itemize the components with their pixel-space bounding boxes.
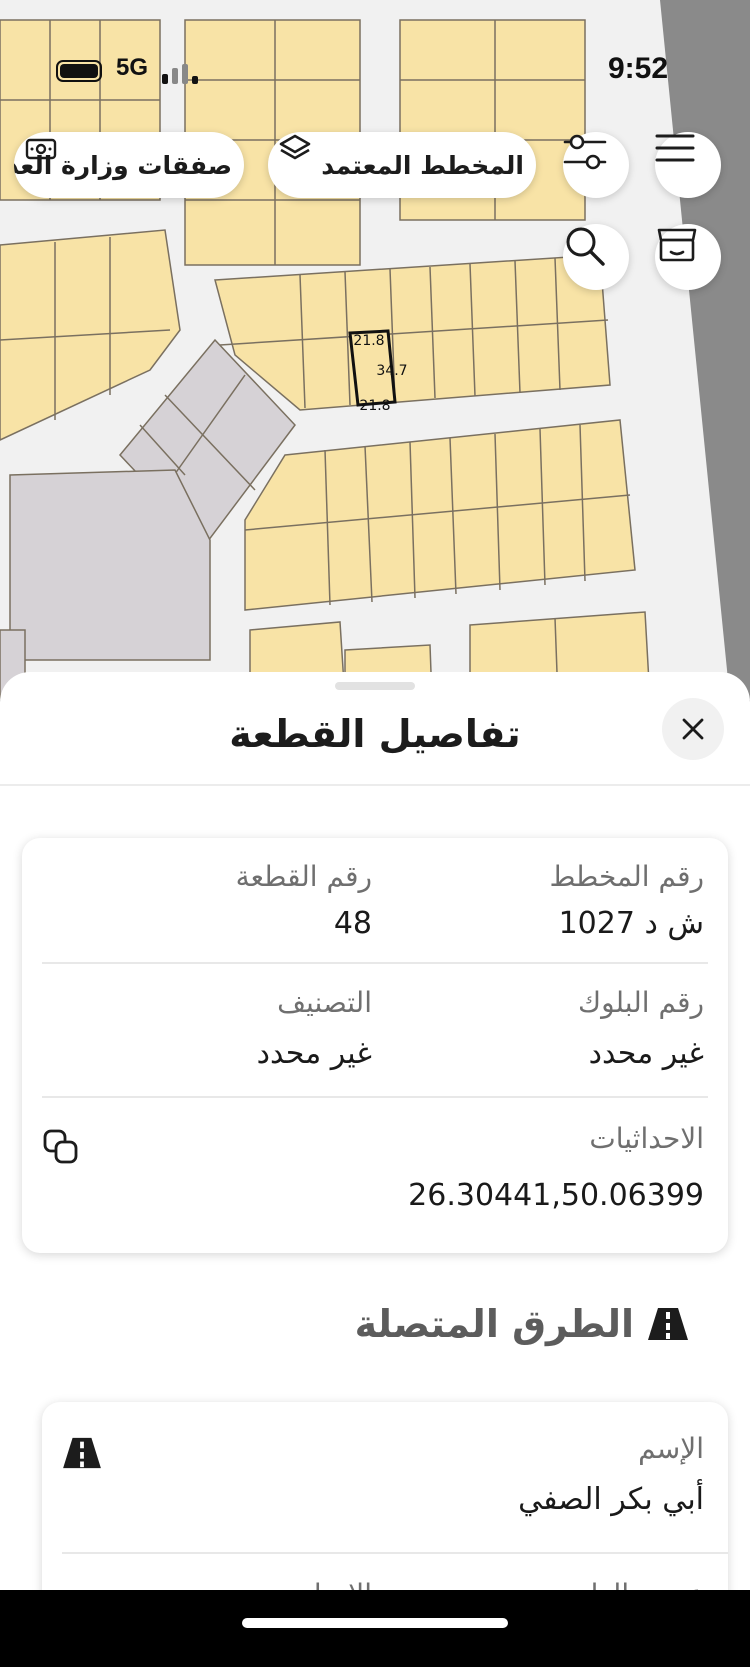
block-number-value: غير محدد — [588, 1036, 704, 1071]
grey-lot — [9, 469, 211, 661]
classification-value: غير محدد — [256, 1036, 372, 1071]
layers-icon — [279, 134, 311, 160]
road-name-label: الإسم — [638, 1432, 704, 1465]
plan-number-label: رقم المخطط — [549, 860, 704, 893]
money-exchange-icon — [25, 138, 57, 160]
plot-top-dimension: 21.8 — [353, 333, 384, 349]
battery-icon — [56, 60, 102, 82]
road-icon — [63, 1437, 101, 1469]
menu-button[interactable] — [655, 132, 721, 198]
card-divider — [62, 1552, 728, 1554]
approved-plan-chip[interactable]: المخطط المعتمد — [268, 132, 536, 198]
close-icon — [682, 718, 704, 740]
plot-details-sheet: تفاصيل القطعة رقم المخطط ش د 1027 رقم ال… — [0, 672, 750, 1592]
network-type: 5G — [116, 54, 149, 81]
copy-icon[interactable] — [42, 1128, 82, 1168]
plot-number-label: رقم القطعة — [235, 860, 372, 893]
home-area — [0, 1590, 750, 1667]
parcel-map[interactable]: 21.8 34.7 21.8 5G 9:52 المخطط المعتمد صف… — [0, 0, 750, 700]
screen: 21.8 34.7 21.8 5G 9:52 المخطط المعتمد صف… — [0, 0, 750, 1667]
plan-number-value: ش د 1027 — [558, 906, 704, 941]
card-divider — [42, 962, 708, 964]
plot-bottom-dimension: 21.8 — [359, 398, 390, 414]
sheet-divider — [0, 784, 750, 786]
coordinates-value: 26.30441,50.06399 — [408, 1178, 704, 1213]
road-card[interactable]: الإسم أبي بكر الصفي عرض الطريق الاتجاه — [42, 1402, 728, 1592]
card-divider — [42, 1096, 708, 1098]
close-button[interactable] — [662, 698, 724, 760]
plot-number-value: 48 — [333, 906, 372, 941]
search-button[interactable] — [563, 224, 629, 290]
connected-roads-label: الطرق المتصلة — [354, 1302, 634, 1346]
plot-side-dimension: 34.7 — [376, 363, 407, 379]
plot-block-left — [0, 229, 181, 441]
plot-details-card: رقم المخطط ش د 1027 رقم القطعة 48 رقم ال… — [22, 838, 728, 1253]
hamburger-menu-icon — [655, 134, 695, 162]
road-icon — [648, 1308, 688, 1340]
classification-label: التصنيف — [277, 986, 372, 1019]
connected-roads-title: الطرق المتصلة — [355, 1302, 688, 1346]
sliders-icon — [563, 134, 607, 170]
sheet-title: تفاصيل القطعة — [229, 712, 521, 756]
store-button[interactable] — [655, 224, 721, 290]
road-name-value: أبي بكر الصفي — [518, 1482, 704, 1517]
search-icon — [566, 227, 605, 266]
coordinates-label: الاحداثيات — [589, 1122, 704, 1155]
approved-plan-label: المخطط المعتمد — [321, 150, 524, 180]
signal-icon — [160, 58, 204, 84]
plot-block-center — [214, 254, 611, 411]
map-canvas[interactable]: 21.8 34.7 21.8 — [0, 0, 750, 700]
sheet-grabber[interactable] — [335, 682, 415, 690]
plot-block-lower — [244, 419, 636, 611]
status-bar: 5G 9:52 — [0, 50, 750, 94]
clock: 9:52 — [607, 52, 668, 85]
filter-button[interactable] — [563, 132, 629, 198]
storefront-icon — [657, 228, 697, 262]
ministry-deals-chip[interactable]: صفقات وزارة العدل — [14, 132, 244, 198]
map-dark-area — [660, 0, 750, 700]
block-number-label: رقم البلوك — [577, 986, 704, 1019]
home-indicator[interactable] — [242, 1618, 508, 1628]
